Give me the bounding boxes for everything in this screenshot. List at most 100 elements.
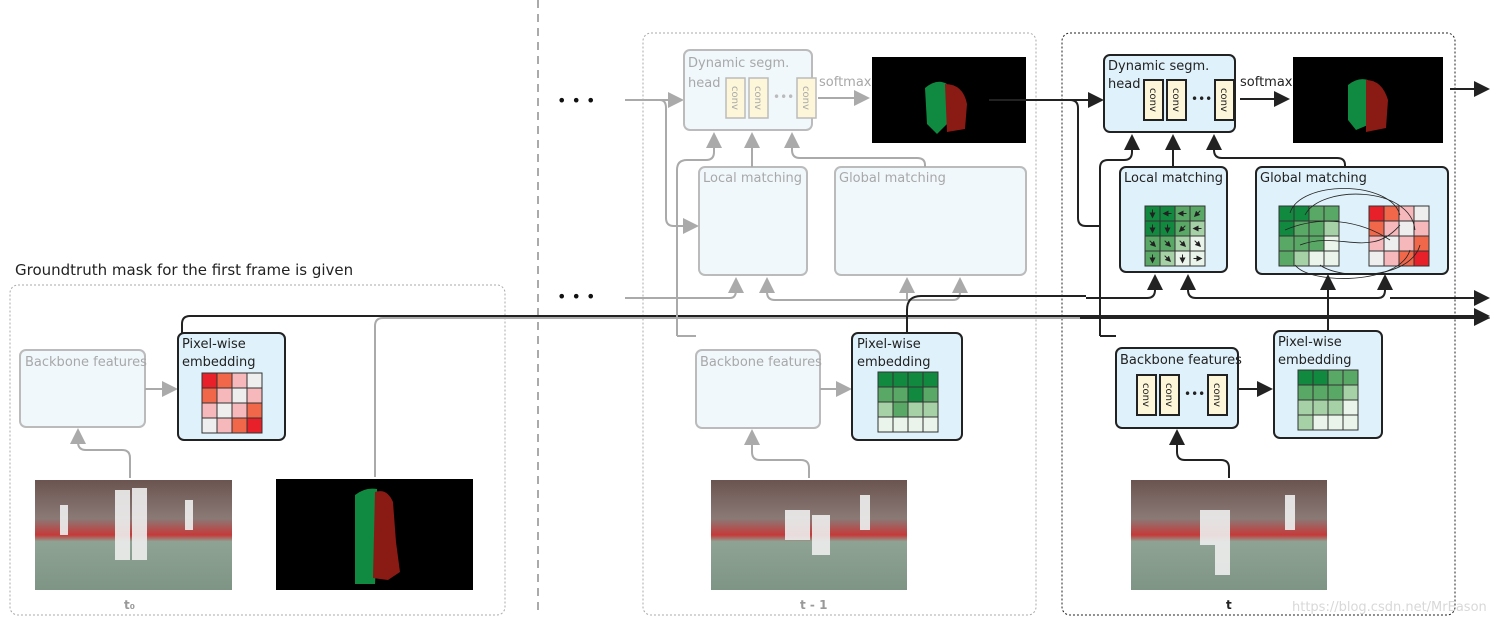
grid-cell — [1312, 384, 1329, 401]
grid-cell — [1398, 235, 1415, 252]
grid-cell — [1278, 235, 1295, 252]
softmax-label: softmax — [1240, 75, 1293, 90]
grid-cell — [1297, 384, 1314, 401]
grid-cell — [216, 372, 233, 389]
embedding-label-1: Pixel-wise — [182, 337, 246, 352]
grid-cell — [1413, 220, 1430, 237]
head-label-2: head — [688, 76, 720, 91]
grid-cell — [892, 386, 909, 403]
grid-cell — [246, 417, 263, 434]
grid-cell — [877, 371, 894, 388]
ellipsis-bottom: • • • — [557, 287, 595, 306]
grid-cell — [1413, 235, 1430, 252]
grid-cell — [216, 417, 233, 434]
grid-cell — [907, 401, 924, 418]
grid-cell — [1312, 414, 1329, 431]
embedding-label-2: embedding — [1278, 353, 1352, 368]
grid-cell — [907, 386, 924, 403]
time-label-t-minus-1: t - 1 — [800, 598, 827, 612]
grid-cell — [231, 417, 248, 434]
grid-cell — [1308, 205, 1325, 222]
conv-ellipsis: ••• — [773, 90, 794, 104]
grid-cell — [1398, 220, 1415, 237]
grid-cell — [877, 416, 894, 433]
grid-cell — [1323, 250, 1340, 267]
local-matching-label: Local matching — [703, 171, 802, 186]
conv-label: conv — [1170, 88, 1181, 112]
grid-cell — [1297, 399, 1314, 416]
embedding-grid — [877, 371, 939, 433]
head-label-1: Dynamic segm. — [1108, 59, 1209, 74]
grid-cell — [1308, 250, 1325, 267]
grid-cell — [231, 372, 248, 389]
local-matching-grid — [1144, 205, 1206, 267]
embedding-label-1: Pixel-wise — [857, 337, 921, 352]
grid-cell — [246, 372, 263, 389]
grid-cell — [1383, 235, 1400, 252]
conv-label: conv — [1147, 88, 1158, 112]
grid-cell — [1413, 205, 1430, 222]
grid-cell — [1293, 250, 1310, 267]
grid-cell — [877, 401, 894, 418]
grid-cell — [1327, 384, 1344, 401]
grid-cell — [1342, 399, 1359, 416]
grid-cell — [1323, 220, 1340, 237]
conv-label: conv — [729, 86, 740, 110]
grid-cell — [1342, 384, 1359, 401]
grid-cell — [1342, 414, 1359, 431]
embedding-label-2: embedding — [857, 355, 931, 370]
conv-label: conv — [1218, 88, 1229, 112]
grid-cell — [201, 417, 218, 434]
ellipsis-top: • • • — [557, 91, 595, 110]
frame-t-minus-1: Dynamic segm. head conv conv conv ••• softm… — [625, 49, 1104, 612]
grid-cell — [201, 387, 218, 404]
grid-cell — [201, 372, 218, 389]
grid-cell — [1383, 250, 1400, 267]
grid-cell — [1278, 250, 1295, 267]
embedding-label-2: embedding — [182, 355, 256, 370]
conv-label: conv — [1163, 383, 1174, 407]
grid-cell — [892, 371, 909, 388]
embedding-label-1: Pixel-wise — [1278, 335, 1342, 350]
grid-cell — [922, 371, 939, 388]
grid-cell — [1293, 235, 1310, 252]
grid-cell — [216, 402, 233, 419]
grid-cell — [1323, 205, 1340, 222]
local-matching-label: Local matching — [1124, 171, 1223, 186]
global-matching-label: Global matching — [839, 171, 946, 186]
grid-cell — [1368, 250, 1385, 267]
backbone-label: Backbone features — [25, 355, 147, 370]
grid-cell — [922, 416, 939, 433]
grid-cell — [246, 402, 263, 419]
architecture-diagram: Groundtruth mask for the first frame is … — [9, 0, 1490, 616]
grid-cell — [1312, 369, 1329, 386]
grid-cell — [231, 387, 248, 404]
backbone-label: Backbone features — [700, 355, 822, 370]
grid-cell — [922, 401, 939, 418]
grid-cell — [907, 371, 924, 388]
grid-cell — [1327, 399, 1344, 416]
grid-cell — [877, 386, 894, 403]
grid-cell — [216, 387, 233, 404]
grid-cell — [1308, 235, 1325, 252]
backbone-label: Backbone features — [1120, 353, 1242, 368]
grid-cell — [246, 387, 263, 404]
grid-cell — [922, 386, 939, 403]
conv-label: conv — [1211, 383, 1222, 407]
embedding-grid — [1297, 369, 1359, 431]
grid-cell — [1368, 220, 1385, 237]
conv-ellipsis: ••• — [1184, 387, 1205, 401]
time-label-t0: t₀ — [124, 598, 135, 612]
grid-cell — [1327, 369, 1344, 386]
conv-label: conv — [800, 86, 811, 110]
grid-cell — [201, 402, 218, 419]
grid-cell — [892, 416, 909, 433]
conv-ellipsis: ••• — [1191, 92, 1212, 106]
grid-cell — [1368, 205, 1385, 222]
grid-cell — [1323, 235, 1340, 252]
grid-cell — [1293, 205, 1310, 222]
grid-cell — [1312, 399, 1329, 416]
grid-cell — [892, 401, 909, 418]
time-label-t: t — [1226, 598, 1232, 612]
frame-t: Dynamic segm. head conv conv conv ••• softm… — [1086, 54, 1490, 612]
